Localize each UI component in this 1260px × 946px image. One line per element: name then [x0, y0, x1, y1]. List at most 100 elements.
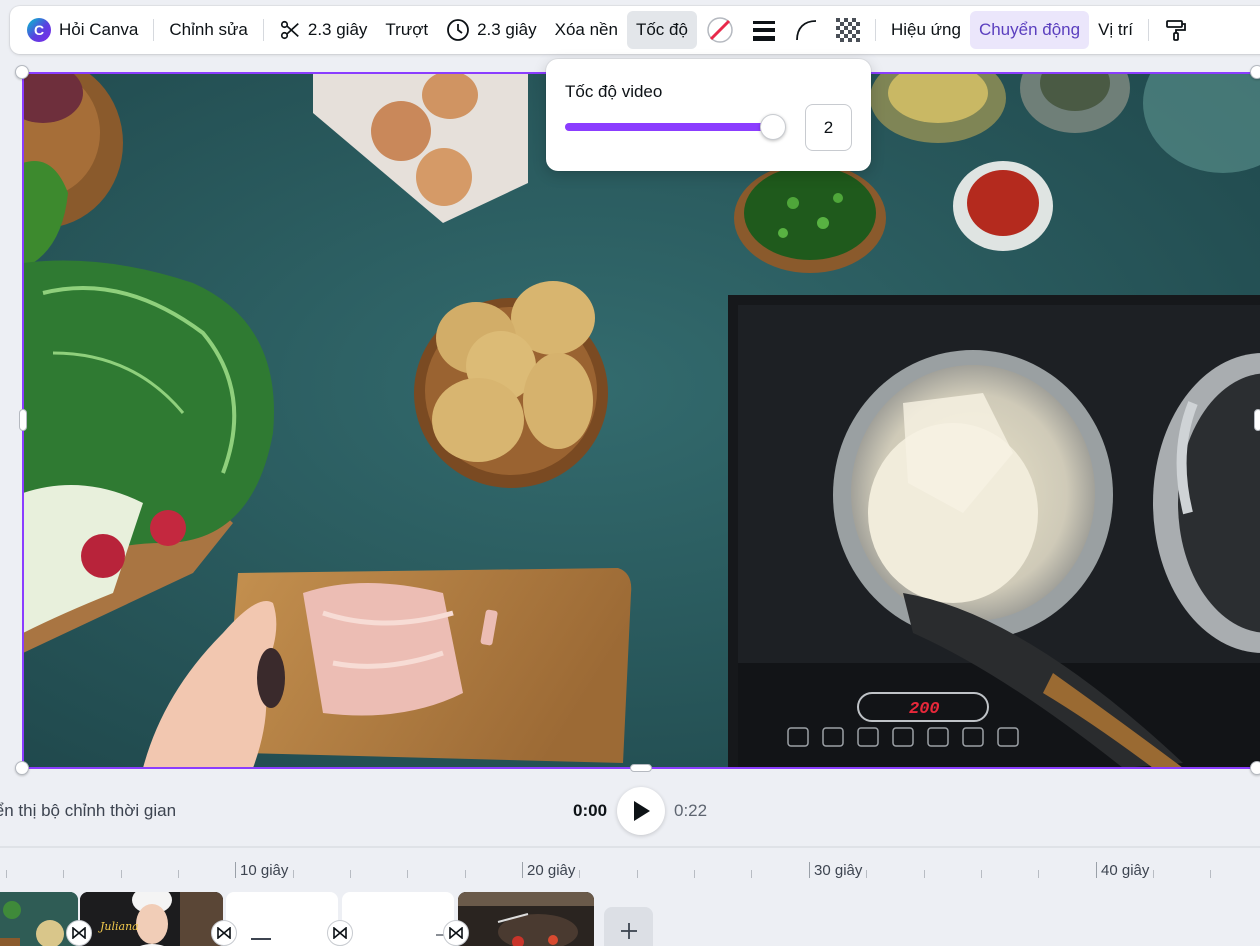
- corner-radius-icon: [796, 20, 816, 41]
- ruler-major-tick: [809, 862, 810, 878]
- transition-bowtie-icon: [217, 927, 231, 939]
- ruler-tick: [751, 870, 752, 878]
- resize-handle-bottom-right[interactable]: [1250, 761, 1260, 775]
- speed-value-input[interactable]: 2: [805, 104, 852, 151]
- show-timeline-toggle[interactable]: iển thị bộ chỉnh thời gian: [0, 801, 176, 821]
- transition-bowtie-icon: [72, 927, 86, 939]
- edit-label: Chỉnh sửa: [169, 20, 248, 39]
- transparency-icon: [835, 18, 860, 42]
- play-button[interactable]: [617, 787, 665, 835]
- current-time: 0:00: [573, 801, 608, 820]
- ruler-major-tick: [1096, 862, 1097, 878]
- speed-button[interactable]: Tốc độ: [626, 11, 697, 49]
- clip-thumbnail[interactable]: [342, 892, 454, 946]
- ruler-label: 30 giây: [814, 862, 863, 879]
- clip-thumbnail[interactable]: [458, 892, 594, 946]
- timing-button[interactable]: 2.3 giây: [437, 11, 546, 49]
- toolbar-divider: [1148, 19, 1150, 41]
- clip-thumbnail-text: Juliana: [100, 920, 139, 933]
- ruler-tick: [465, 870, 466, 878]
- ask-canva-label: Hỏi Canva: [59, 20, 139, 39]
- video-canvas[interactable]: 200: [23, 73, 1260, 768]
- effects-button[interactable]: Hiệu ứng: [882, 11, 970, 49]
- animate-button[interactable]: Chuyển động: [969, 11, 1090, 49]
- paint-roller-icon: [1166, 20, 1186, 41]
- clip-preview-image: [80, 892, 223, 946]
- remove-background-label: Xóa nền: [554, 20, 618, 39]
- color-button[interactable]: [697, 11, 743, 49]
- ruler-tick: [1210, 870, 1211, 878]
- ruler-tick: [350, 870, 351, 878]
- position-button[interactable]: Vị trí: [1089, 11, 1142, 49]
- transition-bowtie-icon: [333, 927, 347, 939]
- ruler-major-tick: [522, 862, 523, 878]
- resize-handle-bottom[interactable]: [630, 764, 652, 772]
- no-color-icon: [707, 17, 733, 43]
- clock-icon: [447, 19, 469, 41]
- ruler-label: 40 giây: [1101, 862, 1150, 879]
- ruler-tick: [6, 870, 7, 878]
- resize-handle-left[interactable]: [19, 409, 27, 431]
- clip-placeholder-line: [251, 938, 271, 940]
- ruler-tick: [1038, 870, 1039, 878]
- ruler-tick: [178, 870, 179, 878]
- svg-text:200: 200: [909, 700, 940, 719]
- ruler-major-tick: [235, 862, 236, 878]
- transition-button[interactable]: [66, 920, 92, 946]
- resize-handle-right[interactable]: [1254, 409, 1260, 431]
- transition-button[interactable]: [327, 920, 353, 946]
- total-duration: 0:22: [674, 801, 708, 820]
- cooking-video-frame: 200: [23, 73, 1260, 768]
- resize-handle-bottom-left[interactable]: [15, 761, 29, 775]
- transition-button[interactable]: Trượt: [376, 11, 437, 49]
- ruler-tick: [981, 870, 982, 878]
- speed-slider[interactable]: [565, 114, 786, 140]
- transition-button[interactable]: [443, 920, 469, 946]
- clip-thumbnail[interactable]: Juliana: [80, 892, 223, 946]
- speed-popover-title: Tốc độ video: [565, 82, 663, 101]
- ruler-tick: [694, 870, 695, 878]
- ask-canva-button[interactable]: C Hỏi Canva: [18, 11, 147, 49]
- effects-label: Hiệu ứng: [890, 20, 961, 39]
- ruler-tick: [866, 870, 867, 878]
- copy-style-button[interactable]: [1155, 11, 1197, 49]
- ruler-tick: [924, 870, 925, 878]
- transition-bowtie-icon: [449, 927, 463, 939]
- ruler-label: 10 giây: [240, 862, 289, 879]
- play-icon: [634, 801, 650, 821]
- corner-rounding-button[interactable]: [785, 11, 827, 49]
- scissors-icon: [280, 20, 299, 40]
- ruler-tick: [293, 870, 294, 878]
- timeline-ruler[interactable]: 10 giây 20 giây 30 giây 40 giây: [0, 856, 1260, 884]
- plus-icon: [620, 923, 637, 939]
- add-clip-button[interactable]: [604, 907, 653, 946]
- ruler-label: 20 giây: [527, 862, 576, 879]
- ruler-tick: [407, 870, 408, 878]
- speed-slider-thumb[interactable]: [760, 114, 786, 140]
- timeline-divider: [0, 846, 1260, 848]
- remove-background-button[interactable]: Xóa nền: [546, 11, 627, 49]
- speed-popover: Tốc độ video 2: [546, 59, 871, 171]
- resize-handle-top-left[interactable]: [15, 65, 29, 79]
- clip-thumbnail[interactable]: [226, 892, 338, 946]
- canva-logo-icon: C: [27, 18, 51, 42]
- transparency-button[interactable]: [827, 11, 869, 49]
- trim-duration-label: 2.3 giây: [307, 20, 368, 39]
- border-style-button[interactable]: [743, 11, 785, 49]
- position-label: Vị trí: [1098, 20, 1134, 39]
- timing-duration-label: 2.3 giây: [477, 20, 537, 39]
- line-weight-icon: [752, 21, 775, 41]
- edit-button[interactable]: Chỉnh sửa: [160, 11, 256, 49]
- speed-slider-fill: [565, 123, 773, 131]
- toolbar-divider: [874, 19, 876, 41]
- ruler-tick: [63, 870, 64, 878]
- ruler-tick: [637, 870, 638, 878]
- resize-handle-top-right[interactable]: [1250, 65, 1260, 79]
- transition-label: Trượt: [385, 20, 429, 39]
- transition-button[interactable]: [211, 920, 237, 946]
- toolbar-divider: [262, 19, 264, 41]
- animate-label: Chuyển động: [978, 20, 1081, 39]
- speed-label: Tốc độ: [635, 20, 688, 39]
- trim-button[interactable]: 2.3 giây: [270, 11, 377, 49]
- toolbar-divider: [153, 19, 155, 41]
